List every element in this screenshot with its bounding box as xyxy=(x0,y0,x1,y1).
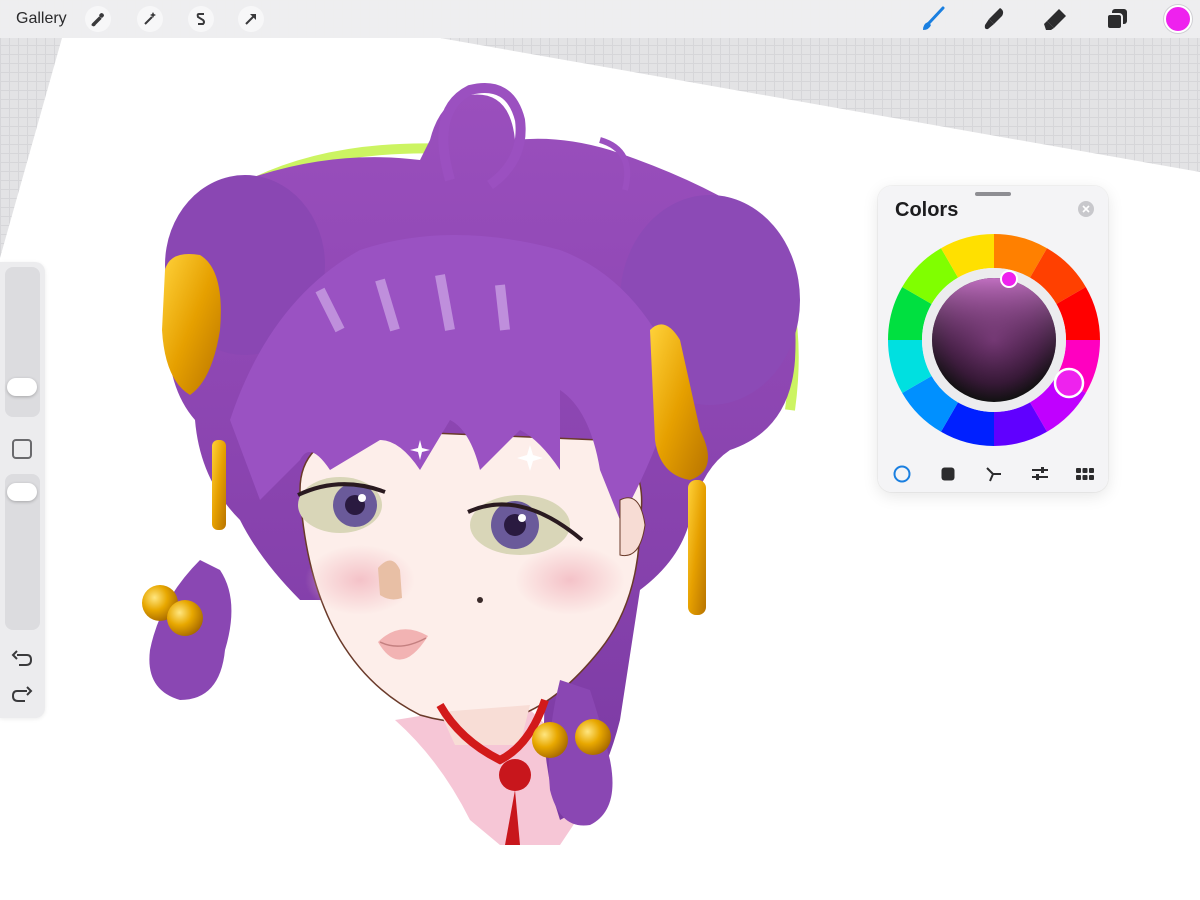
undo-icon xyxy=(11,650,33,666)
eraser-icon xyxy=(1044,9,1066,30)
harmony-mode-tab[interactable] xyxy=(982,462,1006,486)
brush-icon xyxy=(923,6,945,30)
brush-size-thumb[interactable] xyxy=(7,378,37,396)
opacity-thumb[interactable] xyxy=(7,483,37,501)
magic-wand-icon xyxy=(144,12,156,25)
left-sidebar xyxy=(0,262,45,718)
undo-button[interactable] xyxy=(9,648,35,670)
colors-title: Colors xyxy=(895,199,959,221)
saturation-brightness-handle[interactable] xyxy=(1000,270,1018,288)
grid-icon xyxy=(1076,468,1094,480)
redo-icon xyxy=(11,686,33,702)
layers-icon xyxy=(1106,9,1127,30)
circle-icon xyxy=(893,465,911,483)
classic-mode-tab[interactable] xyxy=(936,462,960,486)
disc-mode-tab[interactable] xyxy=(890,462,914,486)
redo-button[interactable] xyxy=(9,684,35,706)
selection-icon xyxy=(196,13,205,25)
selection-button[interactable] xyxy=(188,6,214,32)
panel-grabber[interactable] xyxy=(975,192,1011,196)
wrench-icon xyxy=(91,13,104,27)
brush-tool-button[interactable] xyxy=(918,4,948,34)
gallery-button[interactable]: Gallery xyxy=(16,10,67,28)
color-disc[interactable] xyxy=(888,234,1100,446)
eraser-tool-button[interactable] xyxy=(1040,4,1070,34)
close-icon xyxy=(1082,205,1090,213)
color-picker-button[interactable] xyxy=(1164,5,1192,33)
sliders-icon xyxy=(1032,467,1048,480)
close-button[interactable] xyxy=(1078,201,1094,217)
value-mode-tab[interactable] xyxy=(1028,462,1052,486)
smudge-tool-button[interactable] xyxy=(979,4,1009,34)
actions-button[interactable] xyxy=(85,6,111,32)
transform-button[interactable] xyxy=(238,6,264,32)
harmony-icon xyxy=(986,467,1001,482)
layers-button[interactable] xyxy=(1102,4,1132,34)
top-toolbar: Gallery xyxy=(0,0,1200,38)
square-icon xyxy=(941,467,955,481)
adjustments-button[interactable] xyxy=(137,6,163,32)
arrow-icon xyxy=(245,14,256,25)
palettes-mode-tab[interactable] xyxy=(1073,462,1097,486)
smudge-icon xyxy=(984,8,1004,30)
modify-button[interactable] xyxy=(12,439,32,459)
colors-panel: Colors xyxy=(878,186,1108,492)
hue-handle[interactable] xyxy=(1053,367,1085,399)
